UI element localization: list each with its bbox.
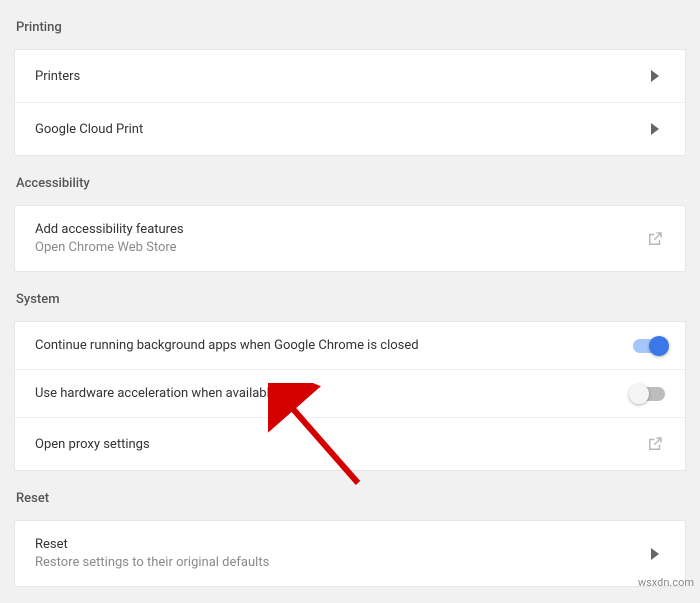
reset-row[interactable]: Reset Restore settings to their original… <box>15 521 685 586</box>
printing-card: Printers Google Cloud Print <box>14 49 686 156</box>
hardware-accel-label: Use hardware acceleration when available <box>35 386 277 401</box>
section-header-accessibility: Accessibility <box>14 156 686 205</box>
add-accessibility-row[interactable]: Add accessibility features Open Chrome W… <box>15 206 685 271</box>
reset-title: Reset <box>35 537 269 552</box>
proxy-settings-row[interactable]: Open proxy settings <box>15 418 685 470</box>
hardware-accel-row[interactable]: Use hardware acceleration when available <box>15 370 685 418</box>
accessibility-card: Add accessibility features Open Chrome W… <box>14 205 686 272</box>
background-apps-toggle[interactable] <box>633 339 665 353</box>
hardware-accel-toggle[interactable] <box>633 387 665 401</box>
add-accessibility-sub: Open Chrome Web Store <box>35 240 184 255</box>
background-apps-row[interactable]: Continue running background apps when Go… <box>15 322 685 370</box>
section-header-reset: Reset <box>14 471 686 520</box>
chevron-right-icon <box>645 544 665 564</box>
system-card: Continue running background apps when Go… <box>14 321 686 471</box>
section-header-system: System <box>14 272 686 321</box>
proxy-settings-label: Open proxy settings <box>35 437 150 452</box>
printers-label: Printers <box>35 69 80 84</box>
background-apps-label: Continue running background apps when Go… <box>35 338 419 353</box>
chevron-right-icon <box>645 66 665 86</box>
chevron-right-icon <box>645 119 665 139</box>
section-header-printing: Printing <box>14 0 686 49</box>
reset-sub: Restore settings to their original defau… <box>35 555 269 570</box>
add-accessibility-title: Add accessibility features <box>35 222 184 237</box>
cloud-print-label: Google Cloud Print <box>35 122 143 137</box>
google-cloud-print-row[interactable]: Google Cloud Print <box>15 103 685 155</box>
external-link-icon <box>645 434 665 454</box>
printers-row[interactable]: Printers <box>15 50 685 103</box>
reset-card: Reset Restore settings to their original… <box>14 520 686 587</box>
watermark-text: wsxdn.com <box>638 576 694 589</box>
external-link-icon <box>645 229 665 249</box>
